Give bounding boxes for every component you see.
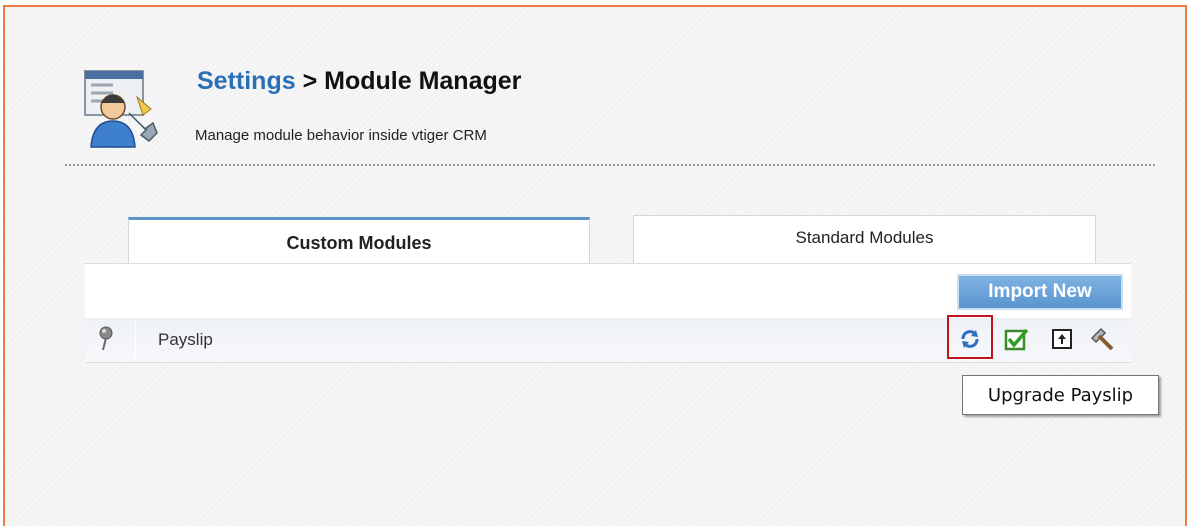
row-separator: [135, 322, 136, 358]
tab-standard-modules[interactable]: Standard Modules: [633, 215, 1096, 263]
breadcrumb-settings-link[interactable]: Settings: [197, 67, 296, 95]
module-name: Payslip: [158, 330, 213, 349]
header-divider: [65, 164, 1155, 166]
import-new-button[interactable]: Import New: [957, 274, 1123, 310]
settings-person-wrench-icon: [84, 70, 158, 148]
page-subtitle: Manage module behavior inside vtiger CRM: [195, 127, 487, 144]
tab-custom-modules[interactable]: Custom Modules: [128, 217, 590, 263]
breadcrumb: Settings > Module Manager: [197, 67, 521, 96]
upgrade-tooltip: Upgrade Payslip: [962, 375, 1159, 415]
breadcrumb-separator: >: [302, 67, 318, 95]
page-title: Module Manager: [324, 67, 522, 95]
enable-checkmark-icon[interactable]: [1003, 326, 1029, 352]
upgrade-icon[interactable]: [957, 326, 983, 352]
export-arrow-icon[interactable]: [1049, 326, 1075, 352]
table-row: Payslip: [85, 315, 1131, 363]
pin-icon[interactable]: [97, 326, 115, 352]
settings-hammer-icon[interactable]: [1089, 326, 1115, 352]
module-toolbar: Import New: [85, 263, 1131, 320]
page-frame: Settings > Module Manager Manage module …: [3, 5, 1187, 526]
